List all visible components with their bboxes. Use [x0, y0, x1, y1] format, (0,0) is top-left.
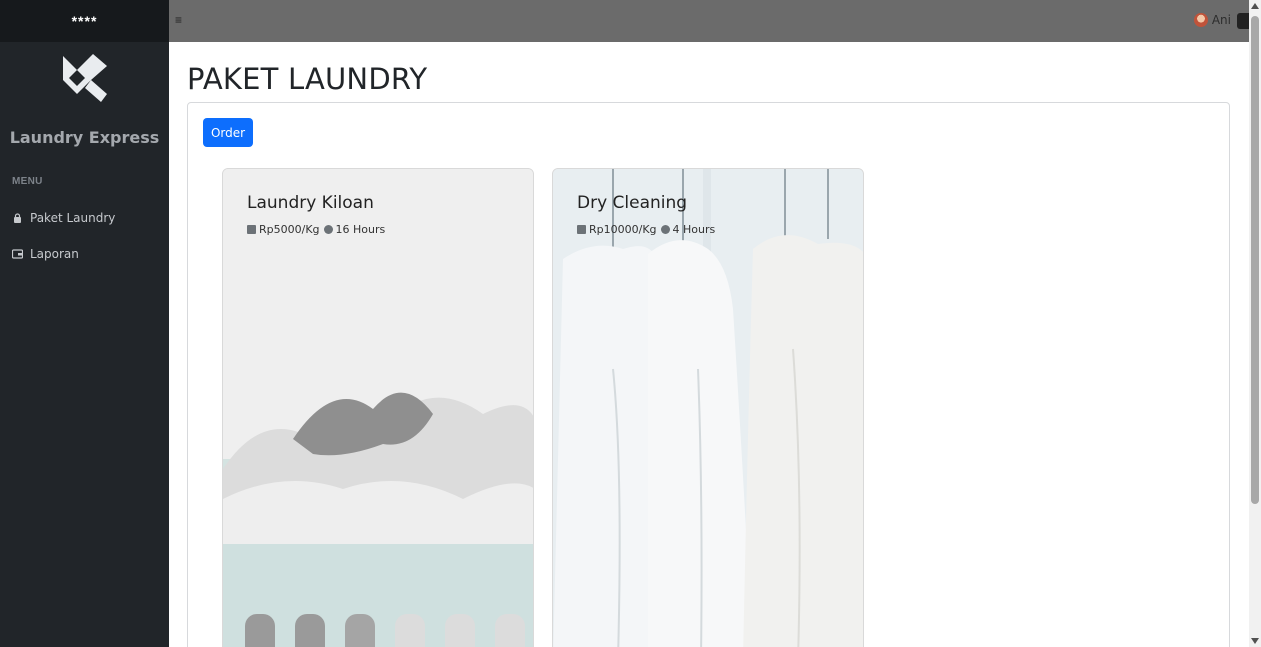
clock-icon: [323, 225, 333, 234]
sidebar-item-label: Laporan: [30, 247, 79, 261]
sidebar-item-paket-laundry[interactable]: Paket Laundry: [0, 208, 169, 228]
order-button[interactable]: Order: [203, 118, 253, 147]
user-name: Ani: [1211, 13, 1231, 27]
sidebar-item-label: Paket Laundry: [30, 211, 116, 225]
package-card-laundry-kiloan[interactable]: Laundry Kiloan Rp5000/Kg 16 Hours: [222, 168, 534, 647]
money-icon: [577, 225, 586, 234]
user-menu[interactable]: Ani: [1193, 13, 1231, 27]
lock-icon: [12, 213, 23, 224]
menu-heading: MENU: [12, 176, 43, 187]
package-card-dry-cleaning[interactable]: Dry Cleaning Rp10000/Kg 4 Hours: [552, 168, 864, 647]
hamburger-icon[interactable]: ≡: [175, 13, 185, 27]
avatar: [1193, 13, 1208, 27]
topbar: ≡ Ani: [169, 0, 1249, 42]
card-duration: 4 Hours: [672, 223, 716, 236]
page-title: PAKET LAUNDRY: [187, 62, 428, 96]
logout-icon[interactable]: [1237, 13, 1249, 29]
card-meta: Rp10000/Kg 4 Hours: [577, 223, 715, 236]
card-price: Rp10000/Kg: [589, 223, 657, 236]
card-duration: 16 Hours: [335, 223, 386, 236]
card-price: Rp5000/Kg: [259, 223, 320, 236]
scroll-up-arrow-icon[interactable]: [1251, 3, 1259, 9]
sidebar-top-label: ****: [0, 0, 169, 42]
hanging-shirts-image: [553, 169, 863, 647]
scrollbar-thumb[interactable]: [1251, 16, 1259, 504]
card-meta: Rp5000/Kg 16 Hours: [247, 223, 385, 236]
card-title: Dry Cleaning: [577, 193, 688, 213]
scrollbar[interactable]: [1249, 0, 1261, 647]
sidebar: **** Laundry Express MENU Paket Laundry …: [0, 0, 169, 647]
clock-icon: [660, 225, 670, 234]
laundry-basket-image: [223, 169, 533, 647]
brand-name: Laundry Express: [9, 128, 160, 147]
wallet-icon: [12, 249, 23, 260]
money-icon: [247, 225, 256, 234]
sidebar-item-laporan[interactable]: Laporan: [0, 244, 169, 264]
brand-logo: [62, 54, 107, 102]
scroll-down-arrow-icon[interactable]: [1251, 638, 1259, 644]
card-title: Laundry Kiloan: [247, 193, 374, 213]
